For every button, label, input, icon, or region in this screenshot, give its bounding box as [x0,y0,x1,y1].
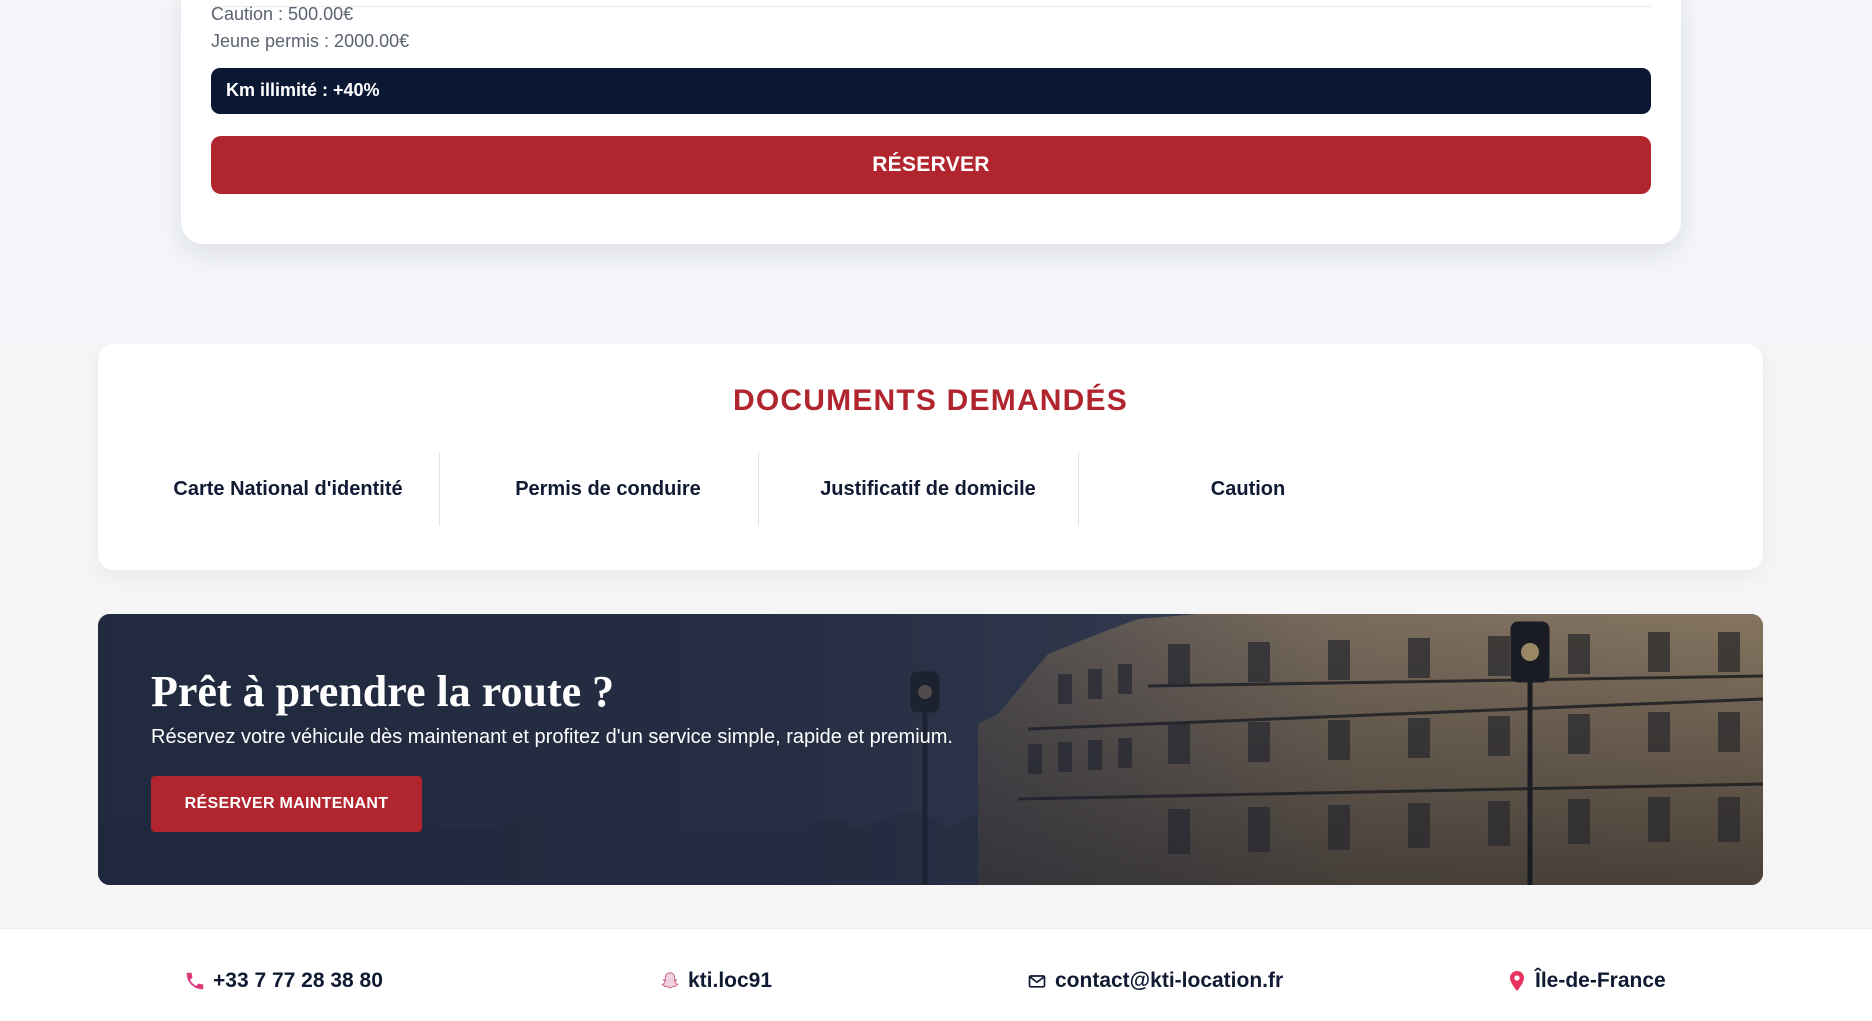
unlimited-km-option[interactable]: Km illimité : +40% [211,68,1651,114]
footer-email[interactable]: contact@kti-location.fr [1025,969,1283,993]
location-pin-icon [1505,969,1529,993]
page: Caution : 500.00€ Jeune permis : 2000.00… [0,0,1872,1021]
price-card: Caution : 500.00€ Jeune permis : 2000.00… [181,0,1681,244]
caution-fee: Caution : 500.00€ [211,4,354,24]
cta-subtitle: Réservez votre véhicule dès maintenant e… [151,726,953,748]
footer-social[interactable]: kti.loc91 [658,969,772,993]
doc-deposit: Caution [1210,477,1286,500]
snapchat-icon [658,969,682,993]
location-text: Île-de-France [1535,969,1666,992]
footer: +33 7 77 28 38 80 kti.loc91 contact@kti-… [0,928,1872,1021]
cta-overlay [98,614,1763,885]
email-address: contact@kti-location.fr [1055,969,1284,992]
social-handle: kti.loc91 [688,969,773,992]
footer-location: Île-de-France [1505,969,1666,993]
doc-proof-of-address: Justificatif de domicile [820,477,1036,500]
reserve-now-button[interactable]: RÉSERVER MAINTENANT [151,776,422,832]
documents-section: DOCUMENTS DEMANDÉS Carte National d'iden… [98,344,1763,570]
reserve-button[interactable]: RÉSERVER [211,136,1651,194]
young-license-fee: Jeune permis : 2000.00€ [211,31,410,51]
cta-banner: Prêt à prendre la route ? Réservez votre… [98,614,1763,885]
doc-divider [1078,452,1079,526]
footer-phone[interactable]: +33 7 77 28 38 80 [183,969,383,993]
pricing-section: Caution : 500.00€ Jeune permis : 2000.00… [0,0,1872,344]
mail-icon [1025,969,1049,993]
documents-title: DOCUMENTS DEMANDÉS [733,384,1128,417]
doc-id-card: Carte National d'identité [173,477,403,500]
phone-icon [183,969,207,993]
doc-divider [758,452,759,526]
doc-driving-license: Permis de conduire [515,477,701,500]
doc-divider [439,452,440,526]
cta-title: Prêt à prendre la route ? [151,667,615,716]
divider [211,6,1651,7]
phone-number: +33 7 77 28 38 80 [213,969,383,992]
